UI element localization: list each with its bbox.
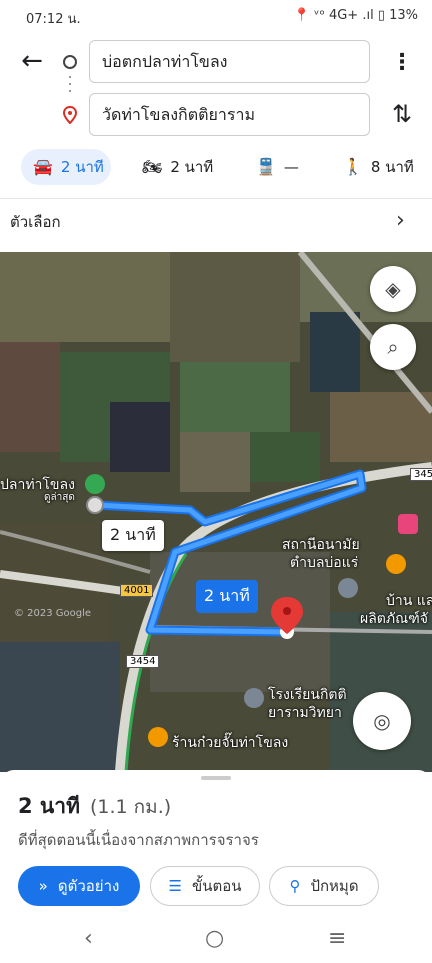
mode-driving-time: 2 นาที xyxy=(60,158,104,176)
walk-icon: 🚶 xyxy=(343,157,363,176)
mode-motorbike[interactable]: 🏍 2 นาที xyxy=(142,149,213,185)
mode-transit-time: — xyxy=(283,158,299,176)
preview-button-label: ดูตัวอย่าง xyxy=(57,877,120,895)
route-subtitle: ดีที่สุดตอนนี้เนื่องจากสภาพการจราจร xyxy=(18,831,259,849)
preview-button[interactable]: » ดูตัวอย่าง xyxy=(18,866,140,906)
status-bar: 07:12 น. 📍 ᵛᵒ 4G+ .ıl ▯ 13% xyxy=(0,0,432,32)
route-dot xyxy=(69,76,71,78)
pin-button[interactable]: ⚲ ปักหมุด xyxy=(269,866,379,906)
home-nav-icon[interactable]: ○ xyxy=(205,926,224,951)
road-shield-3454: 3454 xyxy=(126,655,160,668)
map-view[interactable]: ◈ ⌕ ◎ ปลาท่าโขลง ดูล่าสุด 2 นาที 2 นาที … xyxy=(0,252,432,772)
satellite-map xyxy=(0,252,432,772)
car-icon: 🚘 xyxy=(33,157,53,176)
destination-input[interactable]: วัดท่าโขลงกิตติยาราม xyxy=(89,93,370,136)
poi-noodle-shop[interactable]: ร้านก๋วยจั๊บท่าโขลง xyxy=(172,732,288,754)
status-icons: 📍 ᵛᵒ 4G+ .ıl ▯ 13% xyxy=(293,8,418,23)
chevron-right-icon[interactable]: › xyxy=(396,208,405,233)
route-dot xyxy=(69,90,71,92)
steps-button-label: ขั้นตอน xyxy=(191,877,242,895)
origin-dot-icon xyxy=(63,55,77,69)
layers-icon[interactable]: ◈ xyxy=(370,266,416,312)
search-icon[interactable]: ⌕ xyxy=(370,324,416,370)
route-distance: (1.1 กม.) xyxy=(90,796,172,818)
mode-driving[interactable]: 🚘 2 นาที xyxy=(21,149,111,185)
recents-nav-icon[interactable]: ≡ xyxy=(328,926,346,951)
my-location-icon[interactable]: ◎ xyxy=(353,692,411,750)
back-arrow-icon[interactable]: ← xyxy=(16,46,48,78)
mode-transit[interactable]: 🚆 — xyxy=(256,149,299,185)
double-chevron-icon: » xyxy=(38,877,48,895)
road-shield-3454: 3454 xyxy=(410,468,432,481)
route-duration: 2 นาที xyxy=(18,794,80,818)
options-link[interactable]: ตัวเลือก xyxy=(10,210,61,234)
route-alt-time-chip[interactable]: 2 นาที xyxy=(102,520,164,551)
mode-motorbike-time: 2 นาที xyxy=(170,158,214,176)
train-icon: 🚆 xyxy=(256,157,276,176)
origin-map-sublabel: ดูล่าสุด xyxy=(44,492,75,503)
route-main-time-chip[interactable]: 2 นาที xyxy=(196,580,258,613)
steps-button[interactable]: ☰ ขั้นตอน xyxy=(150,866,260,906)
poi-school-sub: ยารามวิทยา xyxy=(268,705,342,721)
road-shield-4001: 4001 xyxy=(120,584,154,597)
motorbike-icon: 🏍 xyxy=(142,157,163,176)
map-copyright: © 2023 Google xyxy=(14,608,92,619)
poi-house-sub: ผลิตภัณฑ์จั xyxy=(360,611,428,627)
divider xyxy=(0,198,432,199)
pin-icon: ⚲ xyxy=(289,877,301,895)
origin-input[interactable]: บ่อตกปลาท่าโขลง xyxy=(89,40,370,83)
status-time: 07:12 น. xyxy=(26,12,81,27)
mode-walking[interactable]: 🚶 8 นาที xyxy=(343,149,414,185)
poi-health-station-sub: ตำบลบ่อแร่ xyxy=(290,555,359,571)
sheet-drag-handle[interactable] xyxy=(201,776,231,780)
destination-pin-icon xyxy=(62,106,78,124)
route-dot xyxy=(69,83,71,85)
pin-button-label: ปักหมุด xyxy=(310,877,359,895)
swap-icon[interactable]: ⇅ xyxy=(386,100,418,130)
mode-walking-time: 8 นาที xyxy=(370,158,414,176)
more-vert-icon[interactable]: ⋮ xyxy=(390,48,414,78)
back-nav-icon[interactable]: ‹ xyxy=(84,926,93,951)
list-icon: ☰ xyxy=(168,877,182,895)
